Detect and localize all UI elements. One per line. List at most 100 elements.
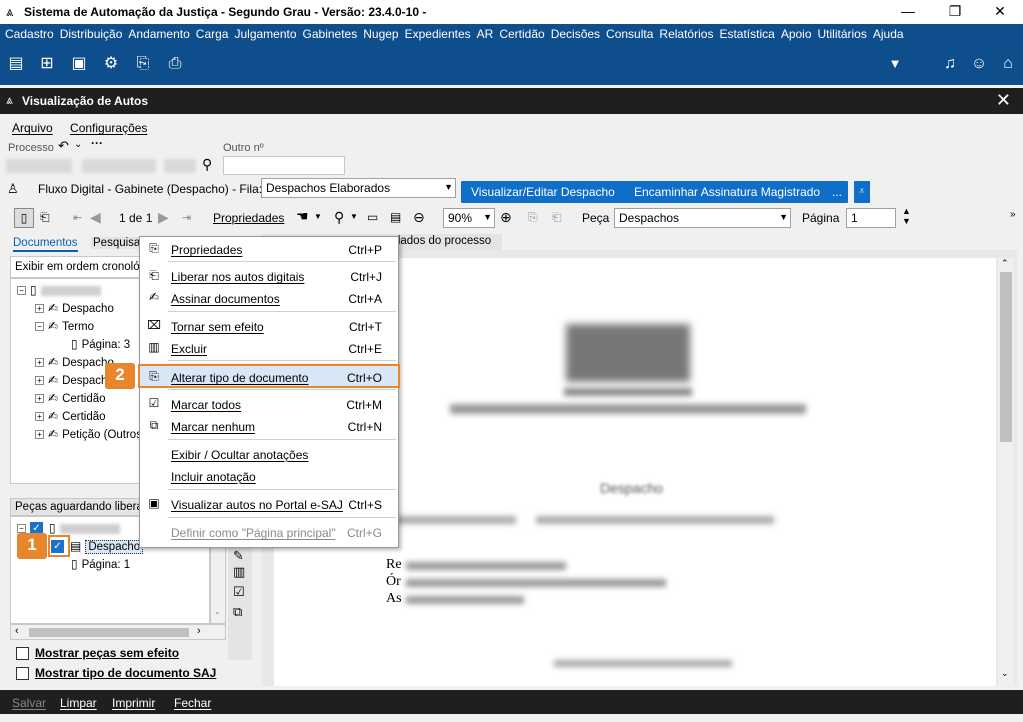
menu-estatistica[interactable]: Estatística [719,24,774,41]
order-select[interactable]: Exibir em ordem cronológica [10,256,140,278]
pending-horizontal-scrollbar[interactable]: ‹ › [10,624,226,640]
tree-item[interactable]: Página: 3 [82,339,131,351]
expand-icon[interactable]: + [35,304,44,314]
stamp-icon[interactable]: ✎ [233,548,244,564]
menu-expedientes[interactable]: Expedientes [405,24,471,41]
scroll-left-icon[interactable]: ‹ [15,625,19,637]
menu-apoio[interactable]: Apoio [781,24,812,41]
distribution-icon[interactable]: ⊞ [36,53,58,75]
close-button[interactable]: ✕ [977,0,1023,24]
chevron-down-icon[interactable]: ⌄ [74,139,82,150]
fechar-button[interactable]: Fechar [174,696,211,710]
fit-width-icon[interactable]: ▭ [367,210,378,224]
fit-page-icon[interactable]: ▤ [390,210,401,224]
load-icon[interactable]: ▣ [68,53,90,75]
menu-item-tornar-sem-efeito[interactable]: ⌧ Tornar sem efeito Ctrl+T [140,316,398,336]
chevron-down-icon[interactable]: ▼ [350,212,358,221]
more-icon[interactable]: ··· [91,136,103,150]
dropdown-arrow-icon[interactable]: ▼ [884,53,906,75]
collapse-icon[interactable]: − [17,286,26,296]
collapse-icon[interactable]: − [35,322,44,332]
collapse-button[interactable]: ⩡ [854,181,870,203]
tree-item[interactable]: Certidão [62,411,105,423]
tree-item[interactable]: Termo [62,321,94,333]
menu-julgamento[interactable]: Julgamento [234,24,296,41]
prev-page-icon[interactable]: ◀ [90,209,101,226]
expand-icon[interactable]: + [35,358,44,368]
fila-select[interactable]: Despachos Elaborados ▼ [261,178,456,198]
menu-item-exibir-anotacoes[interactable]: Exibir / Ocultar anotações [140,444,398,464]
home-icon[interactable]: ⌂ [997,53,1019,75]
overflow-icon[interactable]: » [1010,209,1016,220]
pending-item-despacho[interactable]: Despacho [85,540,144,554]
menu-carga[interactable]: Carga [196,24,229,41]
zoom-tool-icon[interactable]: ⚲ [334,209,344,226]
outro-numero-input[interactable] [223,156,345,175]
menu-item-portal-esaj[interactable]: ▣ Visualizar autos no Portal e-SAJ Ctrl+S [140,494,398,514]
menu-utilitarios[interactable]: Utilitários [818,24,867,41]
last-page-icon[interactable]: ⇥ [182,211,191,224]
chevron-down-icon[interactable]: ▼ [314,212,322,221]
users-icon[interactable]: ☺ [968,53,990,75]
menu-item-marcar-nenhum[interactable]: ⧉ Marcar nenhum Ctrl+N [140,416,398,436]
menu-consulta[interactable]: Consulta [606,24,653,41]
folder-icon[interactable]: ⎘ [132,53,154,75]
menu-item-marcar-todos[interactable]: ☑ Marcar todos Ctrl+M [140,394,398,414]
pending-item-page[interactable]: Página: 1 [82,559,131,571]
close-subwindow-icon[interactable]: ✕ [996,90,1011,111]
menu-ajuda[interactable]: Ajuda [873,24,904,41]
menu-item-incluir-anotacao[interactable]: Incluir anotação [140,466,398,486]
document-view-icon[interactable]: ▯ [14,208,34,228]
document-vertical-scrollbar[interactable]: ⌃ ⌄ [998,258,1014,686]
menu-relatorios[interactable]: Relatórios [659,24,713,41]
split-icon[interactable]: ⎘ [528,210,538,225]
visualizar-editar-button[interactable]: Visualizar/Editar Despacho [461,181,625,203]
menu-item-propriedades[interactable]: ⎘ Propriedades Ctrl+P [140,239,398,259]
scroll-thumb[interactable] [29,628,189,637]
menu-nugep[interactable]: Nugep [363,24,398,41]
tab-dados-processo[interactable]: dados do processo [394,235,491,247]
scroll-right-icon[interactable]: › [197,625,201,637]
sem-efeito-checkbox[interactable] [16,647,29,661]
more-options-button[interactable]: ... [826,181,849,203]
first-page-icon[interactable]: ⇤ [73,211,82,224]
menu-item-liberar[interactable]: ⎗ Liberar nos autos digitais Ctrl+J [140,266,398,286]
restore-button[interactable]: ❐ [932,0,978,24]
next-page-icon[interactable]: ▶ [158,209,169,226]
minimize-button[interactable]: — [885,0,931,24]
tree-item[interactable]: Certidão [62,393,105,405]
scroll-down-icon[interactable]: ⌄ [1001,668,1009,679]
tab-pesquisar[interactable]: Pesquisar [91,237,147,249]
expand-icon[interactable]: + [35,376,44,386]
check-all-icon[interactable]: ☑ [233,584,245,600]
menu-distribuicao[interactable]: Distribuição [60,24,123,41]
menu-gabinetes[interactable]: Gabinetes [303,24,358,41]
propriedades-button[interactable]: Propriedades [213,211,284,225]
imprimir-button[interactable]: Imprimir [112,696,155,710]
menu-item-pagina-principal[interactable]: Definir como "Página principal" Ctrl+G [140,522,398,542]
register-icon[interactable]: ▤ [5,53,27,75]
menu-decisoes[interactable]: Decisões [551,24,600,41]
bell-icon[interactable]: ♫ [939,53,961,75]
undo-icon[interactable]: ↶ [58,138,69,154]
page-spinner-icon[interactable]: ▲ ▼ [902,206,911,226]
expand-icon[interactable]: + [35,394,44,404]
salvar-button[interactable]: Salvar [12,696,46,710]
tipo-documento-option[interactable]: Mostrar tipo de documento SAJ [16,666,216,681]
limpar-button[interactable]: Limpar [60,696,97,710]
sem-efeito-option[interactable]: Mostrar peças sem efeito [16,646,179,661]
menu-arquivo[interactable]: Arquivo [12,121,53,135]
scroll-thumb[interactable] [1000,272,1012,442]
tab-documentos[interactable]: Documentos [13,237,78,252]
menu-configuracoes[interactable]: Configurações [70,121,147,135]
tree-item[interactable]: Petição (Outros) [62,429,139,441]
menu-andamento[interactable]: Andamento [128,24,189,41]
scroll-down-icon[interactable]: ⌄ [214,607,221,616]
uncheck-all-icon[interactable]: ⧉ [233,604,242,620]
menu-ar[interactable]: AR [477,24,494,41]
encaminhar-assinatura-button[interactable]: Encaminhar Assinatura Magistrado [624,181,831,203]
menu-item-alterar-tipo[interactable]: ⎘ Alterar tipo de documento Ctrl+O [138,364,400,388]
pagina-input[interactable]: 1 [846,208,896,228]
menu-item-assinar[interactable]: ✍ Assinar documentos Ctrl+A [140,288,398,308]
processo-input[interactable] [6,156,196,175]
